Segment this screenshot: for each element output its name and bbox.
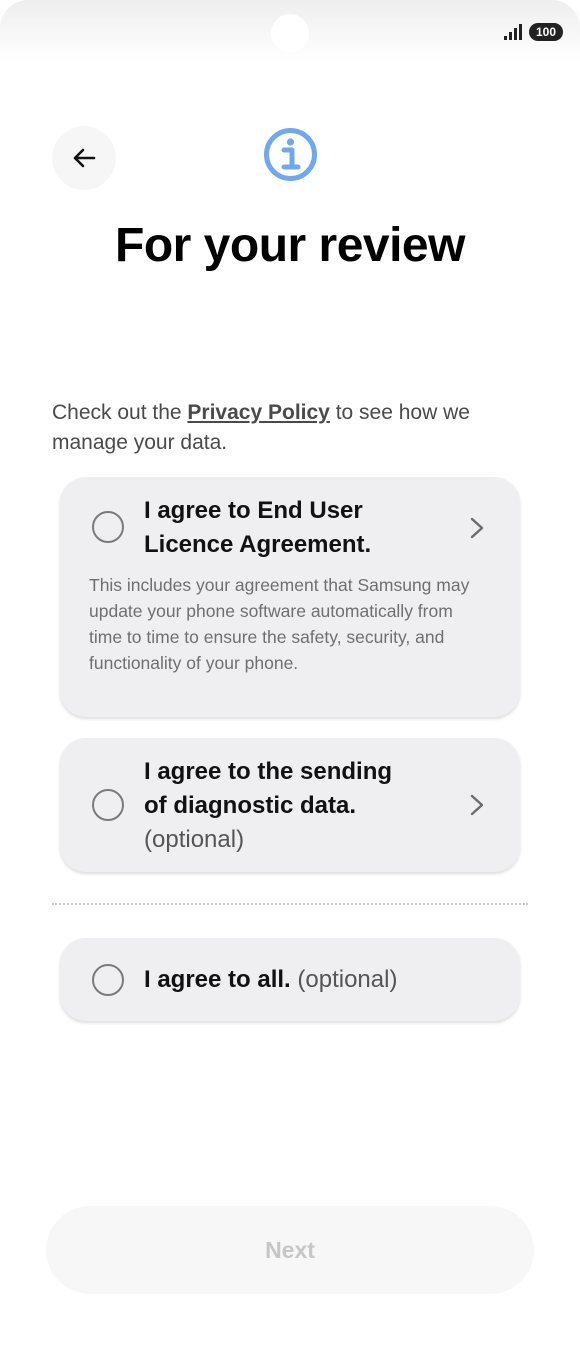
diagnostic-title-line2: of diagnostic data. — [144, 792, 357, 819]
status-bar: 100 — [0, 0, 580, 62]
privacy-policy-link[interactable]: Privacy Policy — [187, 401, 329, 424]
intro-prefix: Check out the — [52, 401, 188, 424]
eula-title-line2: Licence Agreement. — [144, 531, 372, 558]
diagnostic-option-card[interactable]: I agree to the sending of diagnostic dat… — [60, 738, 520, 872]
chevron-right-icon[interactable] — [468, 794, 486, 816]
chevron-right-icon[interactable] — [468, 517, 486, 539]
next-button[interactable]: Next — [46, 1206, 534, 1294]
diagnostic-title-line1: I agree to the sending — [144, 758, 393, 785]
camera-cutout — [271, 14, 309, 52]
arrow-left-icon — [73, 148, 96, 168]
eula-option-card[interactable]: I agree to End User Licence Agreement. T… — [60, 477, 520, 717]
agree-all-title: I agree to all. (optional) — [144, 963, 397, 997]
agree-all-optional-label: (optional) — [297, 966, 398, 993]
privacy-intro-text: Check out the Privacy Policy to see how … — [52, 398, 532, 458]
agree-all-radio[interactable] — [92, 964, 124, 996]
back-button[interactable] — [52, 126, 116, 190]
diagnostic-title: I agree to the sending of diagnostic dat… — [144, 755, 392, 857]
agree-all-label: I agree to all. — [144, 966, 291, 993]
eula-title: I agree to End User Licence Agreement. — [144, 494, 371, 562]
info-icon — [264, 128, 317, 181]
page-title: For your review — [115, 219, 465, 272]
battery-indicator: 100 — [529, 23, 563, 41]
diagnostic-radio[interactable] — [92, 789, 124, 821]
eula-description: This includes your agreement that Samsun… — [89, 575, 470, 673]
section-divider — [52, 903, 528, 905]
signal-icon — [504, 24, 522, 40]
diagnostic-optional-label: (optional) — [144, 826, 245, 853]
eula-radio[interactable] — [92, 511, 124, 543]
agree-all-option-card[interactable]: I agree to all. (optional) — [60, 938, 520, 1021]
eula-title-line1: I agree to End User — [144, 497, 363, 524]
